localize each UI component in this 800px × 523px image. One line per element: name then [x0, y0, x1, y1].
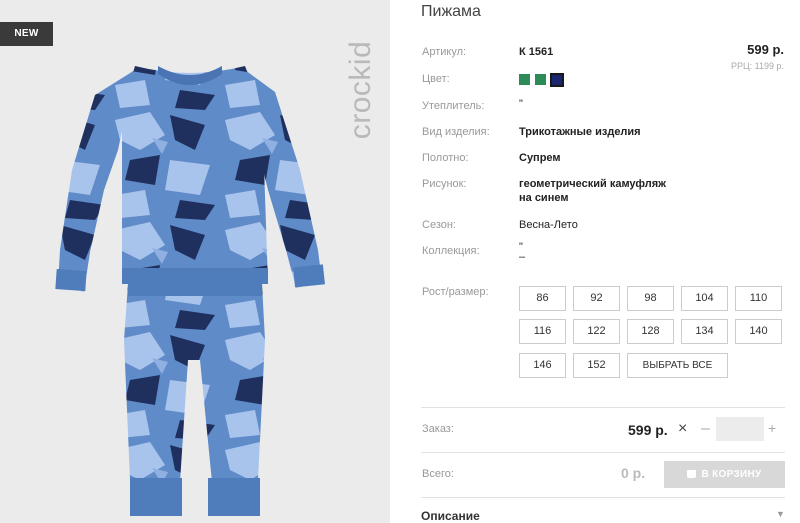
- total-value: 0 р.: [621, 465, 646, 481]
- insulation-label: Утеплитель:: [422, 100, 485, 112]
- times-icon: ×: [678, 420, 688, 437]
- new-badge: NEW: [0, 22, 53, 46]
- insulation-value: ": [519, 98, 523, 110]
- pattern-value: геометрический камуфляж: [519, 178, 666, 190]
- divider: [421, 497, 785, 498]
- color-swatch-navy[interactable]: [550, 73, 564, 87]
- product-photo[interactable]: NEW crockid: [0, 0, 390, 523]
- size-button-152[interactable]: 152: [573, 353, 620, 378]
- size-button-92[interactable]: 92: [573, 286, 620, 311]
- add-to-cart-button[interactable]: В КОРЗИНУ: [664, 461, 785, 488]
- total-label: Всего:: [422, 468, 454, 480]
- pattern-label: Рисунок:: [422, 178, 467, 190]
- cart-icon: [687, 470, 697, 478]
- article-value: К 1561: [519, 46, 554, 58]
- collection-value-line2: –: [519, 251, 526, 263]
- order-label: Заказ:: [422, 423, 454, 435]
- chevron-down-icon[interactable]: ▼: [776, 509, 785, 519]
- pajama-image: [55, 66, 325, 516]
- size-button-104[interactable]: 104: [681, 286, 728, 311]
- size-button-134[interactable]: 134: [681, 319, 728, 344]
- size-button-98[interactable]: 98: [627, 286, 674, 311]
- divider: [421, 407, 785, 408]
- fabric-value: Супрем: [519, 152, 561, 164]
- price: 599 р.: [747, 42, 784, 57]
- article-label: Артикул:: [422, 46, 467, 58]
- rrp-price: РРЦ: 1199 р.: [730, 61, 784, 71]
- product-type-value: Трикотажные изделия: [519, 126, 641, 138]
- brand-logo: crockid: [336, 18, 386, 158]
- product-type-label: Вид изделия:: [422, 126, 490, 138]
- season-value: Весна-Лето: [519, 219, 578, 231]
- size-button-116[interactable]: 116: [519, 319, 566, 344]
- collection-label: Коллекция:: [422, 245, 480, 257]
- pattern-value-line2: на синем: [519, 192, 569, 204]
- select-all-sizes-button[interactable]: ВЫБРАТЬ ВСЕ: [627, 353, 728, 378]
- decrement-button[interactable]: –: [701, 420, 710, 438]
- size-button-140[interactable]: 140: [735, 319, 782, 344]
- fabric-label: Полотно:: [422, 152, 469, 164]
- color-swatch-green-2[interactable]: [535, 74, 546, 85]
- size-button-122[interactable]: 122: [573, 319, 620, 344]
- quantity-input[interactable]: [716, 417, 764, 441]
- increment-button[interactable]: +: [768, 420, 776, 436]
- brand-name: crockid: [344, 40, 377, 140]
- size-button-146[interactable]: 146: [519, 353, 566, 378]
- season-label: Сезон:: [422, 219, 456, 231]
- size-button-86[interactable]: 86: [519, 286, 566, 311]
- divider: [421, 452, 785, 453]
- size-button-128[interactable]: 128: [627, 319, 674, 344]
- color-label: Цвет:: [422, 73, 450, 85]
- add-to-cart-label: В КОРЗИНУ: [701, 469, 762, 480]
- description-toggle[interactable]: Описание: [421, 509, 480, 523]
- product-title: Пижама: [421, 3, 481, 20]
- size-label: Рост/размер:: [422, 286, 489, 298]
- order-price: 599 р.: [628, 422, 668, 438]
- color-swatch-green-1[interactable]: [519, 74, 530, 85]
- size-button-110[interactable]: 110: [735, 286, 782, 311]
